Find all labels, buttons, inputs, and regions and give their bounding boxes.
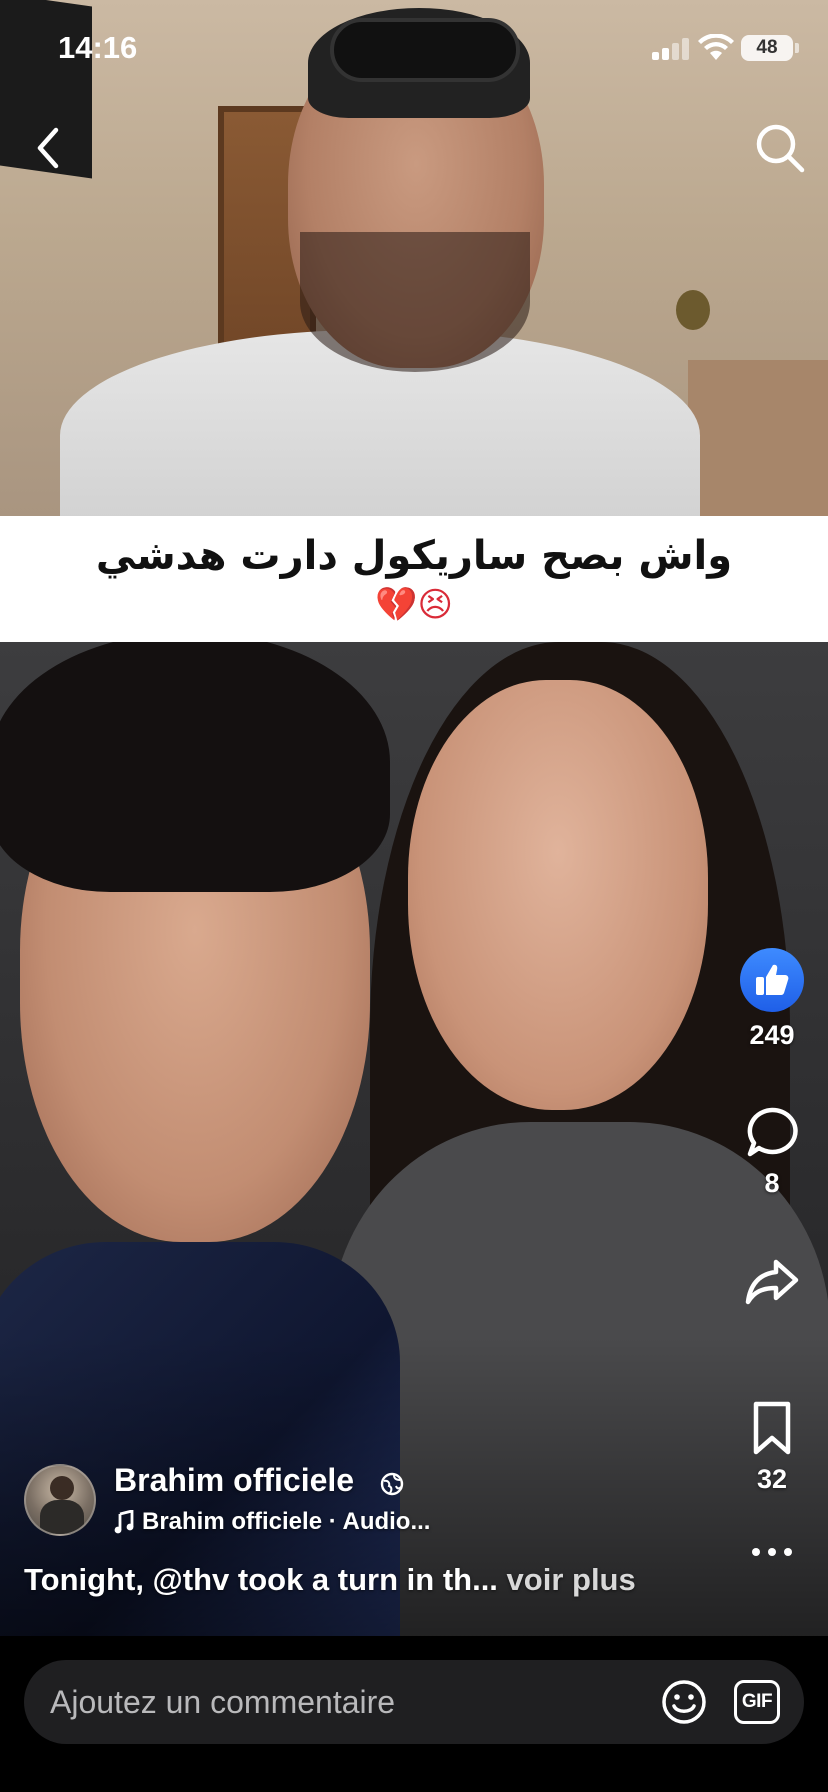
video-caption-text: واش بصح ساريكول دارت هدشي (95, 533, 733, 579)
bookmark-icon[interactable] (750, 1400, 794, 1456)
like-action[interactable]: 249 (732, 948, 812, 1051)
more-dots-icon[interactable] (748, 1544, 796, 1560)
author-name[interactable]: Brahim officiele (114, 1462, 354, 1499)
avatar-body (40, 1500, 84, 1534)
woman-face (408, 680, 708, 1110)
video-caption-band: واش بصح ساريكول دارت هدشي 💔😣 (0, 516, 828, 642)
share-action[interactable] (732, 1256, 812, 1308)
comment-action[interactable]: 8 (732, 1106, 812, 1199)
smiley-icon[interactable] (660, 1678, 708, 1726)
gif-icon[interactable]: GIF (734, 1680, 780, 1724)
audio-label: Brahim officiele · Audio... (142, 1508, 431, 1535)
like-button[interactable] (740, 948, 804, 1012)
audio-row[interactable]: Brahim officiele · Audio... (114, 1508, 430, 1536)
see-more-link[interactable]: voir plus (507, 1562, 636, 1597)
post-caption[interactable]: Tonight, @thv took a turn in th... voir … (24, 1562, 636, 1598)
globe-icon (380, 1472, 404, 1496)
like-count: 249 (749, 1020, 795, 1050)
decor-vase (676, 290, 710, 330)
save-action[interactable]: 32 (732, 1400, 812, 1495)
avatar-head (50, 1476, 74, 1500)
battery-tip (795, 43, 799, 53)
avatar[interactable] (24, 1464, 96, 1536)
chevron-left-icon[interactable] (28, 120, 68, 176)
status-bar: 14:16 48 (0, 0, 828, 100)
man-hair (0, 642, 390, 892)
more-options[interactable] (732, 1544, 812, 1560)
status-time: 14:16 (58, 30, 138, 65)
music-note-icon (114, 1510, 134, 1534)
save-count: 32 (756, 1464, 788, 1494)
battery-icon: 48 (741, 35, 793, 61)
share-arrow-icon[interactable] (744, 1256, 800, 1308)
thumbs-up-icon (756, 964, 789, 995)
comment-bar: Ajoutez un commentaire GIF (0, 1636, 828, 1792)
wifi-icon (698, 34, 734, 60)
video-caption-emojis: 💔😣 (375, 585, 453, 625)
person-beard (300, 232, 530, 372)
search-icon[interactable] (752, 120, 808, 176)
signal-icon (652, 38, 690, 60)
comment-placeholder: Ajoutez un commentaire (50, 1684, 396, 1720)
comment-input[interactable]: Ajoutez un commentaire GIF (24, 1660, 804, 1744)
comment-count: 8 (764, 1168, 780, 1198)
shelf (688, 360, 828, 516)
comment-bubble-icon[interactable] (745, 1106, 799, 1160)
author-info: Brahim officiele Brahim officiele · Audi… (24, 1462, 714, 1544)
post-caption-text: Tonight, @thv took a turn in th... (24, 1562, 498, 1597)
